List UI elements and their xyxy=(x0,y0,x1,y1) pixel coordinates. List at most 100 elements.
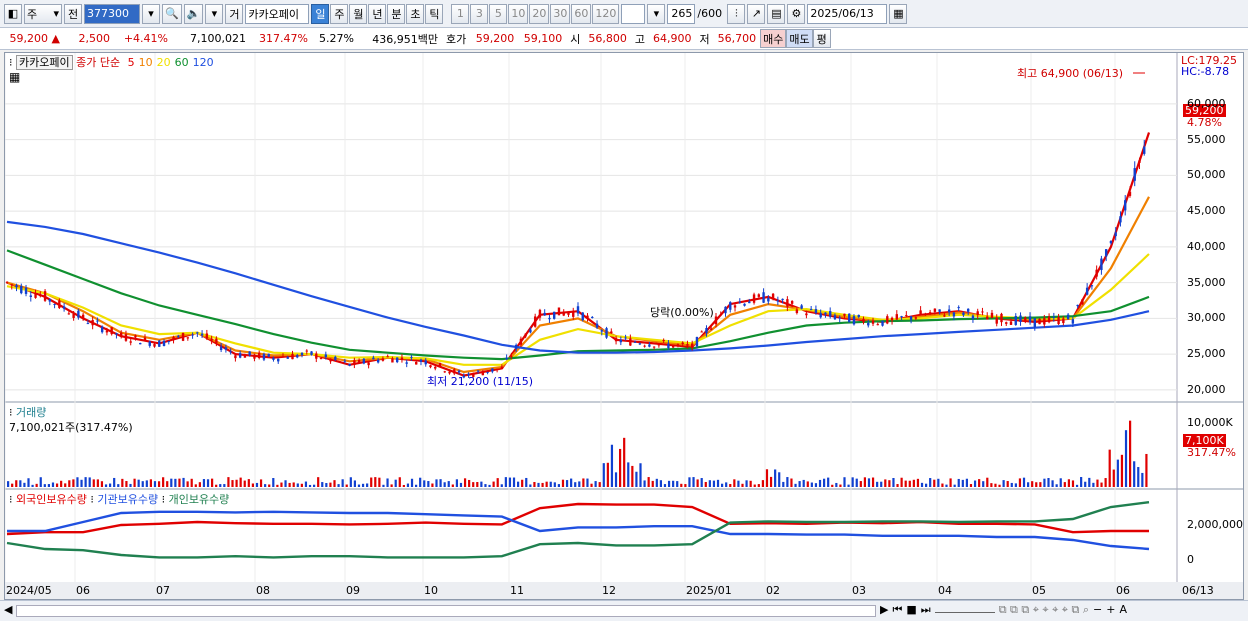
volume-bar xyxy=(504,477,507,487)
volume-bar xyxy=(582,478,585,487)
zoom-slider[interactable] xyxy=(934,603,995,613)
scroll-track[interactable] xyxy=(16,605,876,617)
volume-bar xyxy=(647,477,650,487)
volume-bar xyxy=(614,472,618,487)
trade-button[interactable]: 거 xyxy=(225,3,244,24)
settings-gear-icon[interactable]: ⚙ xyxy=(787,3,806,24)
candle-body xyxy=(386,356,389,358)
candle-body xyxy=(1124,200,1127,211)
ma-line-10 xyxy=(6,196,1150,374)
candle-body xyxy=(928,312,932,315)
candle-body xyxy=(34,294,37,298)
sell-button[interactable]: 매도 xyxy=(786,29,813,48)
candle-body xyxy=(943,315,946,317)
candle-body xyxy=(1071,319,1075,324)
interval-button[interactable]: 20 xyxy=(529,3,550,24)
candle-body xyxy=(752,294,756,303)
calculator-icon[interactable]: ▦ xyxy=(9,70,20,84)
interval-button[interactable]: 30 xyxy=(550,3,571,24)
pane-menu-icon[interactable]: ⁝ xyxy=(9,406,13,419)
period-tab[interactable]: 분 xyxy=(387,3,406,24)
volume-bar xyxy=(1145,453,1148,487)
volume-bar xyxy=(398,477,401,487)
interval-button[interactable]: 5 xyxy=(489,3,508,24)
chart-area[interactable]: ⁝ 카카오페이 종가 단순 5 10 20 60 120 ▦ LC:179.25 HC:… xyxy=(4,52,1244,600)
volume-bar xyxy=(7,481,10,487)
volume-bar xyxy=(888,480,891,487)
zoom-in-icon[interactable]: + xyxy=(1106,603,1115,617)
period-tab[interactable]: 초 xyxy=(406,3,425,24)
interval-dropdown[interactable]: ▾ xyxy=(647,3,666,24)
code-dropdown[interactable]: ▾ xyxy=(142,3,160,24)
rewind-icon[interactable]: ⏮ xyxy=(892,603,902,617)
candle-body xyxy=(610,331,613,334)
volume-bar xyxy=(100,481,104,487)
trade-amount: 436,951백만 xyxy=(372,32,438,46)
zoom-out-icon[interactable]: − xyxy=(1093,603,1102,617)
interval-button[interactable]: 10 xyxy=(508,3,529,24)
interval-button[interactable]: 1 xyxy=(451,3,470,24)
volume-bar xyxy=(635,471,638,487)
volume-bar xyxy=(1039,482,1042,487)
period-tab[interactable]: 년 xyxy=(368,3,387,24)
date-input[interactable]: 2025/06/13 xyxy=(807,3,888,24)
volume-bar xyxy=(1002,480,1005,487)
period-tab[interactable]: 일 xyxy=(311,3,330,24)
chart-svg[interactable] xyxy=(5,53,1243,599)
volume-bar xyxy=(174,478,177,487)
stop-icon[interactable]: ■ xyxy=(906,603,916,617)
volume-bar xyxy=(892,478,895,487)
volume-bar xyxy=(749,480,752,487)
period-tab[interactable]: 주 xyxy=(330,3,349,24)
eval-button[interactable]: 평 xyxy=(812,29,831,48)
volume-bar xyxy=(672,480,675,487)
interval-input[interactable] xyxy=(621,3,646,24)
volume-bar xyxy=(313,484,316,487)
candle-body xyxy=(538,309,542,318)
volume-bar xyxy=(973,480,977,487)
candle-body xyxy=(1057,317,1060,325)
interval-button[interactable]: 120 xyxy=(592,3,620,24)
price-tick: 25,000 xyxy=(1187,347,1226,361)
volume-bar xyxy=(578,481,581,487)
candle-body xyxy=(676,344,680,346)
sound-dropdown[interactable]: ▾ xyxy=(205,3,224,24)
stock-code-input[interactable]: 377300 xyxy=(84,3,140,24)
candle-type-icon[interactable]: ⫶ xyxy=(727,3,746,24)
font-icon[interactable]: A xyxy=(1119,603,1127,617)
volume-bar xyxy=(427,481,430,487)
ma-legend-item: 20 xyxy=(156,56,171,69)
scroll-bar[interactable]: ◀ ▶ ⏮ ■ ⏭ ⧉ ⧉ ⧉ ⌖ ⌖ ⌖ ⌖ ⧉ ⌕ − + A xyxy=(0,600,1248,621)
buy-button[interactable]: 매수 xyxy=(760,29,787,48)
interval-button[interactable]: 3 xyxy=(470,3,489,24)
interval-button[interactable]: 60 xyxy=(571,3,592,24)
layout-icons[interactable]: ⧉ ⧉ ⧉ ⌖ ⌖ ⌖ ⌖ ⧉ ⌕ xyxy=(999,603,1089,617)
candle-body xyxy=(890,317,894,321)
pane-menu-icon[interactable]: ⁝ xyxy=(9,493,13,506)
count-input[interactable]: 265 xyxy=(667,3,696,24)
candle-body xyxy=(562,311,565,316)
candle-body xyxy=(338,361,342,363)
candle-body xyxy=(229,351,232,353)
scroll-left-icon[interactable]: ◀ xyxy=(4,603,12,616)
candle-body xyxy=(1019,315,1022,323)
market-select[interactable]: 주 ▾ xyxy=(24,3,62,24)
draw-tool-icon[interactable]: ↗ xyxy=(747,3,766,24)
sound-icon[interactable]: 🔈 xyxy=(183,3,204,24)
candle-body xyxy=(96,320,99,322)
pane-menu-icon[interactable]: ⁝ xyxy=(9,56,13,69)
prev-button[interactable]: 전 xyxy=(64,3,82,24)
chart-menu-icon[interactable]: ◧ xyxy=(4,3,22,24)
date-tick: 06/13 xyxy=(1182,584,1214,597)
volume-bar xyxy=(382,484,385,487)
period-tab[interactable]: 월 xyxy=(349,3,368,24)
calendar-icon[interactable]: ▦ xyxy=(889,3,908,24)
scroll-right-icon[interactable]: ▶ xyxy=(880,603,888,617)
candle-body xyxy=(15,285,18,288)
forward-icon[interactable]: ⏭ xyxy=(921,603,931,617)
period-tab[interactable]: 틱 xyxy=(425,3,444,24)
search-icon[interactable]: 🔍 xyxy=(162,3,182,24)
volume-bar xyxy=(863,477,866,487)
save-icon[interactable]: ▤ xyxy=(767,3,786,24)
candle-body xyxy=(1109,241,1113,244)
